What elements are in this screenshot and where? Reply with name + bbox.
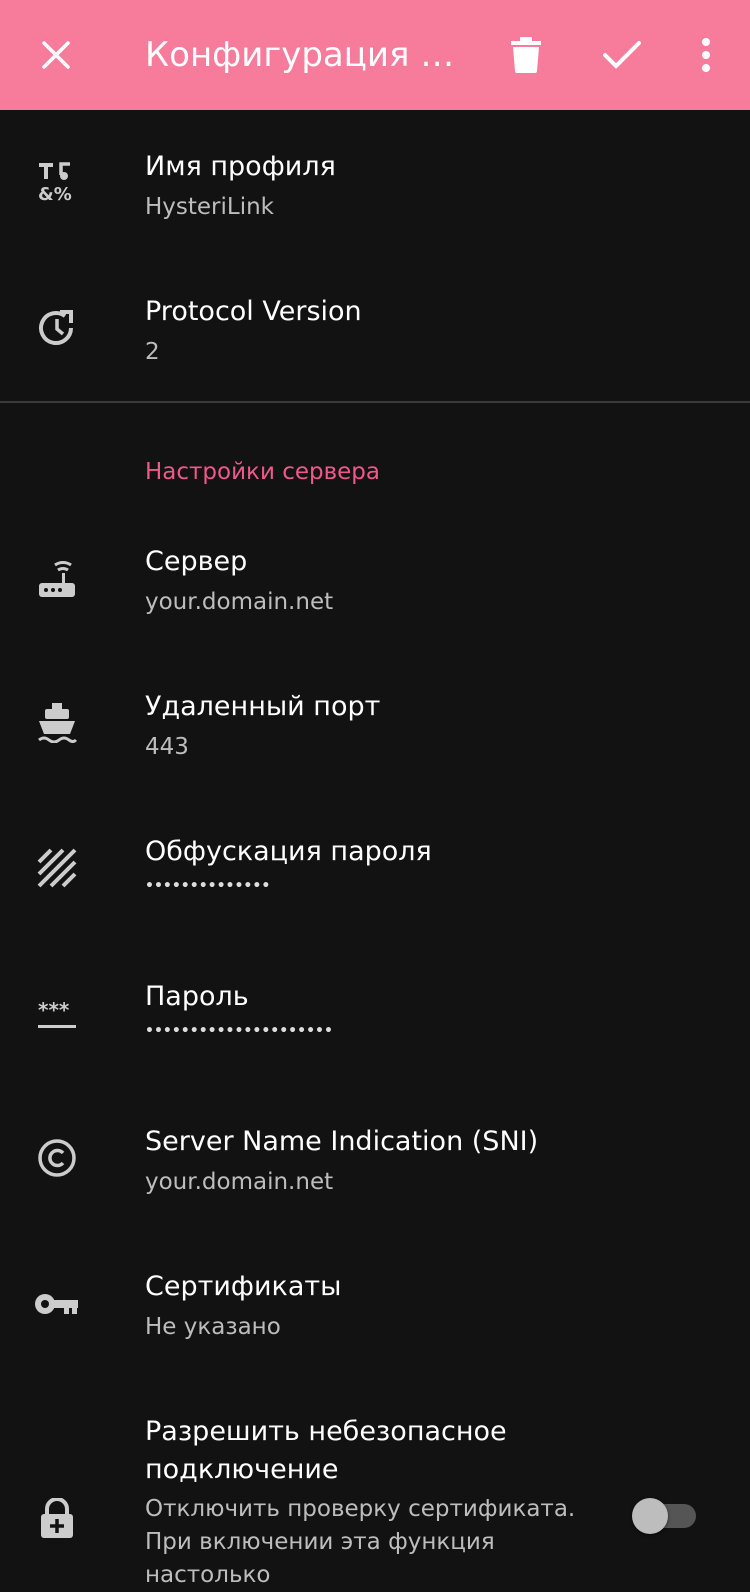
server-settings-header: Настройки сервера bbox=[145, 459, 380, 485]
allow-insecure-row[interactable]: Разрешить небезопасное подключение Отклю… bbox=[0, 1412, 750, 1588]
close-button[interactable] bbox=[28, 27, 84, 83]
server-value: your.domain.net bbox=[145, 589, 334, 615]
obfs-password-label: Обфускация пароля bbox=[145, 836, 432, 867]
protocol-version-row[interactable]: Protocol Version 2 bbox=[0, 290, 750, 390]
more-vert-icon bbox=[702, 38, 710, 72]
remote-port-label: Удаленный порт bbox=[145, 691, 381, 722]
profile-name-label: Имя профиля bbox=[145, 151, 336, 182]
protocol-version-label: Protocol Version bbox=[145, 296, 362, 327]
obfs-password-value: •••••••••••••• bbox=[145, 878, 271, 894]
allow-insecure-description: Отключить проверку сертификата. При вклю… bbox=[145, 1496, 576, 1588]
copyright-icon bbox=[30, 1131, 84, 1185]
allow-insecure-switch[interactable] bbox=[632, 1498, 698, 1534]
trash-icon bbox=[511, 37, 541, 73]
update-icon bbox=[30, 301, 84, 355]
password-value: ••••••••••••••••••••• bbox=[145, 1023, 333, 1039]
app-bar: Конфигурация пр... bbox=[0, 0, 750, 110]
page-title: Конфигурация пр... bbox=[145, 35, 465, 75]
save-button[interactable] bbox=[594, 27, 650, 83]
sni-label: Server Name Indication (SNI) bbox=[145, 1126, 539, 1157]
key-icon bbox=[30, 1277, 84, 1331]
certificates-value: Не указано bbox=[145, 1314, 281, 1340]
password-label: Пароль bbox=[145, 981, 249, 1012]
router-icon bbox=[30, 552, 84, 606]
svg-text:***: *** bbox=[38, 998, 70, 1022]
protocol-version-value: 2 bbox=[145, 339, 160, 365]
allow-insecure-label: Разрешить небезопасное подключение bbox=[145, 1416, 507, 1485]
server-row[interactable]: Сервер your.domain.net bbox=[0, 540, 750, 640]
more-options-button[interactable] bbox=[678, 27, 734, 83]
striped-square-icon bbox=[30, 841, 84, 895]
sni-row[interactable]: Server Name Indication (SNI) your.domain… bbox=[0, 1120, 750, 1220]
sni-value: your.domain.net bbox=[145, 1169, 334, 1195]
close-icon bbox=[42, 41, 70, 69]
svg-text:&%: &% bbox=[38, 184, 72, 202]
remote-port-value: 443 bbox=[145, 734, 189, 760]
divider bbox=[0, 401, 750, 403]
format-symbols-icon: &% bbox=[30, 155, 84, 209]
ship-icon bbox=[30, 695, 84, 749]
switch-thumb bbox=[632, 1498, 668, 1534]
profile-name-row[interactable]: &% Имя профиля HysteriLink bbox=[0, 145, 750, 245]
certificates-label: Сертификаты bbox=[145, 1271, 342, 1302]
obfs-password-row[interactable]: Обфускация пароля •••••••••••••• bbox=[0, 830, 750, 930]
remote-port-row[interactable]: Удаленный порт 443 bbox=[0, 685, 750, 785]
lock-plus-icon bbox=[30, 1492, 84, 1546]
certificates-row[interactable]: Сертификаты Не указано bbox=[0, 1265, 750, 1365]
profile-name-value: HysteriLink bbox=[145, 194, 275, 220]
server-label: Сервер bbox=[145, 546, 248, 577]
check-icon bbox=[603, 41, 641, 69]
delete-button[interactable] bbox=[498, 27, 554, 83]
password-row[interactable]: *** Пароль ••••••••••••••••••••• bbox=[0, 975, 750, 1075]
password-icon: *** bbox=[30, 986, 84, 1040]
